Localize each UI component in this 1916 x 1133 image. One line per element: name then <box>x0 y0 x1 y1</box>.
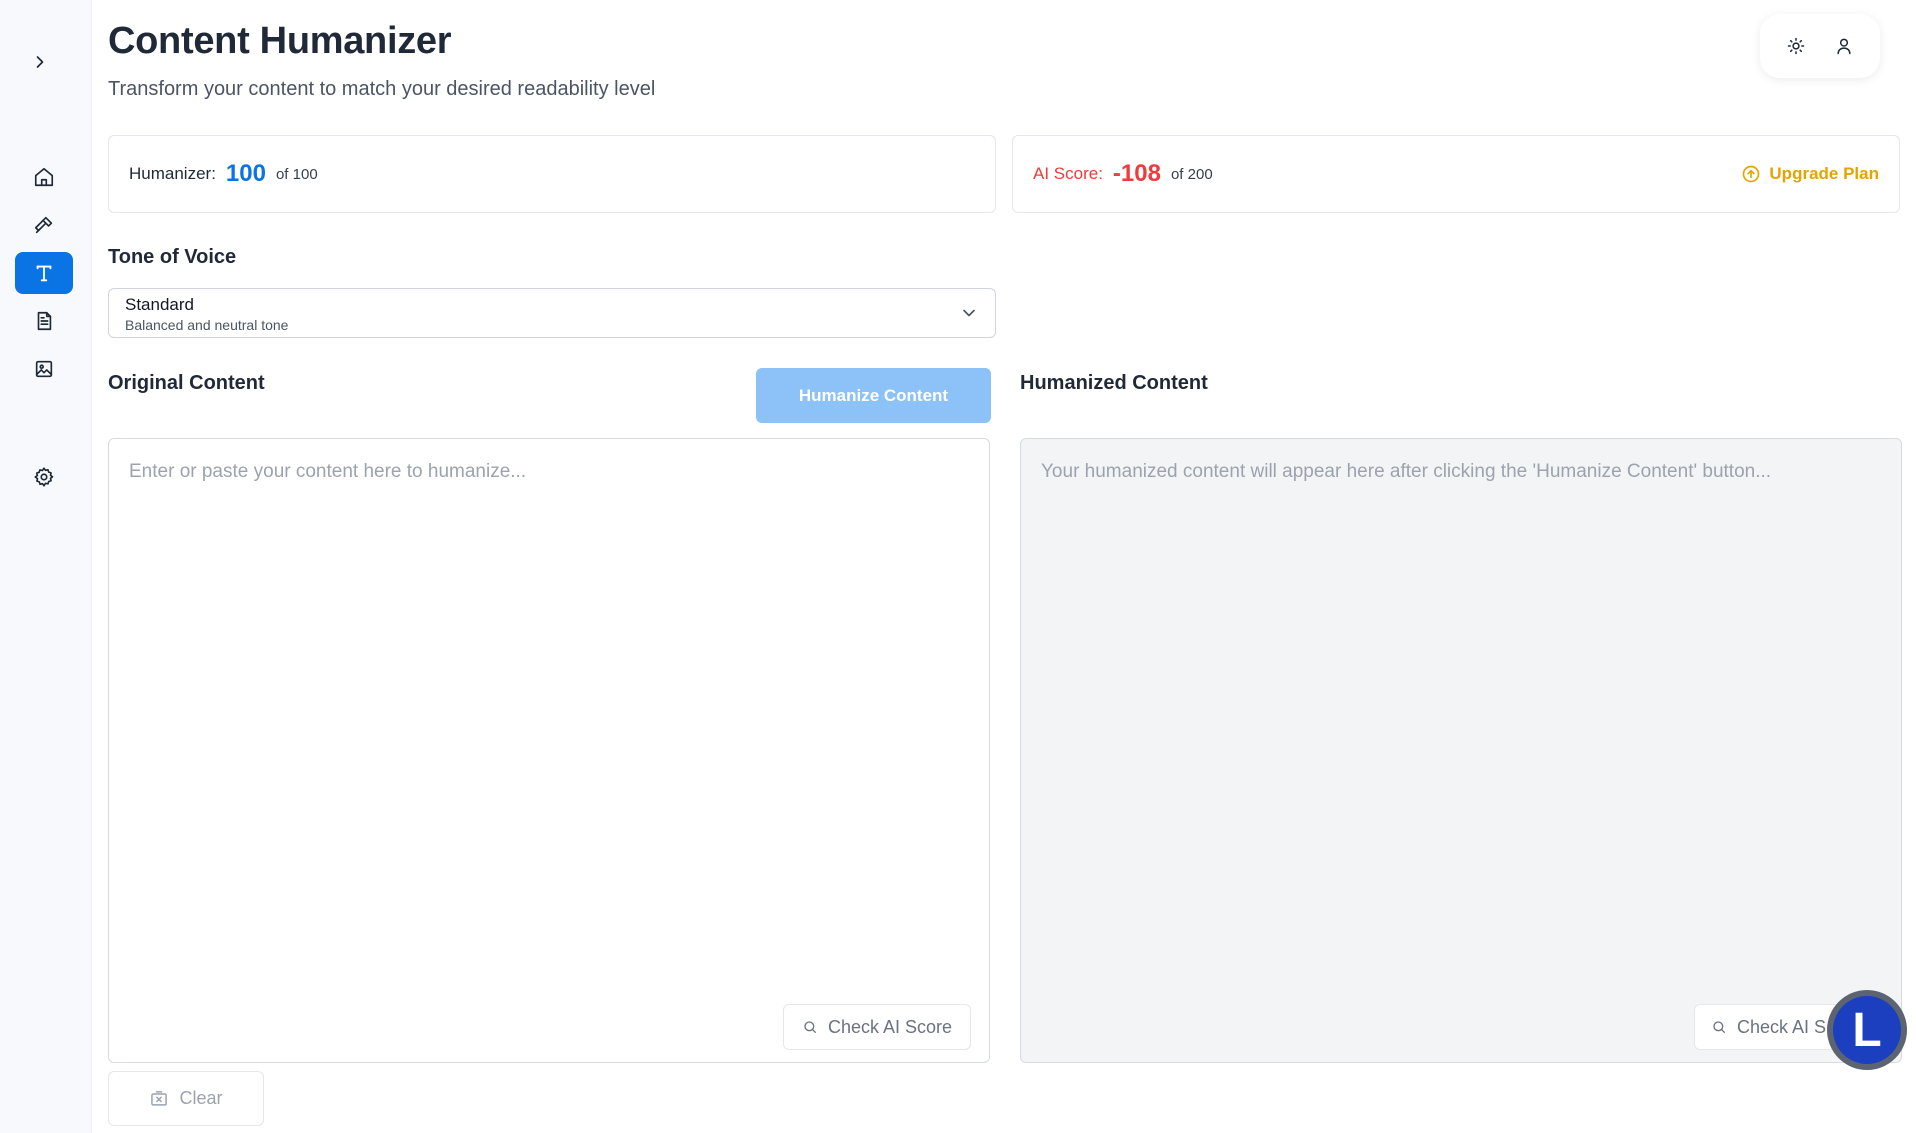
chevron-right-icon <box>36 56 44 68</box>
clear-button[interactable]: Clear <box>108 1071 264 1126</box>
humanized-content-label: Humanized Content <box>1020 372 1208 394</box>
humanizer-value: 100 <box>225 160 266 187</box>
sidebar-item-humanizer[interactable] <box>15 252 73 294</box>
hammer-icon <box>34 216 53 234</box>
humanizer-credits-card: Humanizer: 100 of 100 <box>108 135 996 213</box>
check-ai-score-button[interactable]: Check AI Score <box>783 1004 971 1050</box>
sidebar-item-home[interactable] <box>15 156 73 198</box>
humanized-content-output: Your humanized content will appear here … <box>1020 438 1902 1063</box>
theme-toggle-button[interactable] <box>1780 30 1812 62</box>
user-menu-button[interactable] <box>1828 30 1860 62</box>
ai-score-card: AI Score: -108 of 200 Upgrade Plan <box>1012 135 1900 213</box>
original-content-placeholder: Enter or paste your content here to huma… <box>129 461 527 482</box>
sun-icon <box>1787 37 1805 55</box>
sidebar-item-settings[interactable] <box>15 456 73 498</box>
tone-label: Tone of Voice <box>108 246 237 268</box>
original-content-input[interactable]: Enter or paste your content here to huma… <box>108 438 990 1063</box>
tone-selected-value: Standard <box>125 295 194 314</box>
search-icon <box>1713 1021 1725 1033</box>
text-icon <box>36 265 52 282</box>
clear-label: Clear <box>179 1088 223 1108</box>
humanized-content-placeholder: Your humanized content will appear here … <box>1041 461 1772 482</box>
home-icon <box>34 167 54 187</box>
document-icon <box>37 311 52 331</box>
ai-score-value: -108 <box>1112 160 1161 187</box>
clear-icon <box>151 1090 168 1106</box>
check-ai-score-label: Check AI Score <box>827 1016 953 1037</box>
search-icon <box>804 1021 816 1033</box>
image-icon <box>35 360 53 378</box>
assistant-logo: L <box>1833 996 1901 1064</box>
page-subtitle: Transform your content to match your des… <box>108 78 656 100</box>
ai-score-label: AI Score: <box>1033 164 1103 183</box>
upgrade-plan-link[interactable]: Upgrade Plan <box>1741 164 1879 184</box>
sidebar <box>0 0 92 1133</box>
user-icon <box>1837 38 1851 55</box>
sidebar-item-documents[interactable] <box>15 300 73 342</box>
upgrade-plan-label: Upgrade Plan <box>1769 164 1879 183</box>
sidebar-item-tools[interactable] <box>15 204 73 246</box>
ai-score-group: AI Score: -108 of 200 <box>1033 160 1213 188</box>
tone-selected-description: Balanced and neutral tone <box>125 317 289 333</box>
floating-assistant-button[interactable]: L <box>1827 990 1907 1070</box>
ai-score-limit: of 200 <box>1170 165 1213 183</box>
chevron-down-icon <box>963 309 975 317</box>
sidebar-toggle-button[interactable] <box>26 48 54 76</box>
humanize-content-button[interactable]: Humanize Content <box>756 368 991 423</box>
top-actions <box>1760 14 1880 78</box>
original-content-label: Original Content <box>108 372 265 394</box>
sidebar-item-images[interactable] <box>15 348 73 390</box>
tone-select[interactable]: Standard Balanced and neutral tone <box>108 288 996 338</box>
humanizer-limit: of 100 <box>275 165 318 183</box>
arrow-up-circle-icon <box>1743 165 1760 183</box>
humanizer-label: Humanizer: <box>129 164 216 183</box>
check-ai-score-output-label: Check AI S <box>1737 1016 1827 1037</box>
gear-icon <box>34 467 54 487</box>
page-title: Content Humanizer <box>108 20 452 62</box>
